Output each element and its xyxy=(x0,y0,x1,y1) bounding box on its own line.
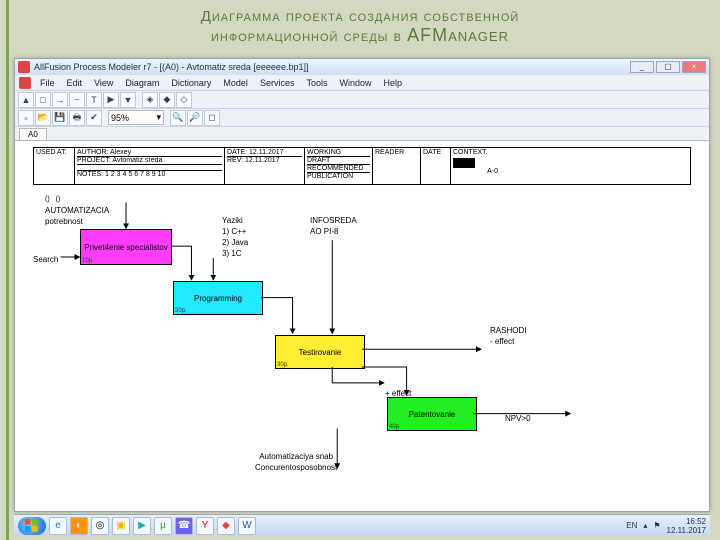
activity-2[interactable]: Programming20р. xyxy=(173,281,263,315)
menu-tools[interactable]: Tools xyxy=(301,77,332,89)
header-notes: NOTES: 1 2 3 4 5 6 7 8 9 10 xyxy=(77,170,222,178)
toolbar-2: ▫ 📂 💾 🖶 ✔ 95%▾ 🔍 🔎 ◻ xyxy=(15,109,709,127)
menu-view[interactable]: View xyxy=(89,77,118,89)
task-ie[interactable]: e xyxy=(49,517,67,535)
close-button[interactable]: × xyxy=(682,61,706,73)
taskbar: e ◐ ◎ ▣ ▶ µ ☎ Y ◆ W EN ▴ ⚑ 16:52 12.11.2… xyxy=(14,514,710,536)
header-a0: A-0 xyxy=(453,168,498,175)
tray-date[interactable]: 12.11.2017 xyxy=(667,526,706,535)
header-date: DATE: 12.11.2017 xyxy=(227,149,302,156)
titlebar: AllFusion Process Modeler r7 - [(A0) - A… xyxy=(15,59,709,75)
menu-dictionary[interactable]: Dictionary xyxy=(166,77,216,89)
header-used-at: USED AT: xyxy=(34,148,74,184)
tray-up-icon[interactable]: ▴ xyxy=(643,521,647,530)
header-reader: READER xyxy=(372,148,420,184)
tool-activity[interactable]: □ xyxy=(35,92,51,108)
header-date-col: DATE xyxy=(420,148,450,184)
idef-header: USED AT: AUTHOR: Alexey PROJECT: Avtomat… xyxy=(33,147,691,185)
tool-text[interactable]: T xyxy=(86,92,102,108)
print-button[interactable]: 🖶 xyxy=(69,110,85,126)
slide-title: Диаграмма проекта создания собственной и… xyxy=(0,0,720,50)
header-context: CONTEXT. xyxy=(453,149,498,156)
app-icon xyxy=(18,61,30,73)
new-button[interactable]: ▫ xyxy=(18,110,34,126)
tabbar: A0 xyxy=(15,127,709,141)
zoom-out-button[interactable]: 🔎 xyxy=(187,110,203,126)
tool-obj3[interactable]: ◇ xyxy=(176,92,192,108)
start-button[interactable] xyxy=(18,517,46,535)
task-word[interactable]: W xyxy=(238,517,256,535)
task-chrome[interactable]: ◎ xyxy=(91,517,109,535)
label-npv: NPV>0 xyxy=(505,414,531,423)
header-recommended: RECOMMENDED xyxy=(307,164,370,172)
slide-accent xyxy=(6,0,9,540)
activity-1[interactable]: Privet4enie specialistov10р. xyxy=(80,229,172,265)
menu-window[interactable]: Window xyxy=(334,77,376,89)
task-media[interactable]: ▶ xyxy=(133,517,151,535)
zoom-combo[interactable]: 95%▾ xyxy=(108,110,164,125)
label-infosreda: INFOSREDA AO PI-8 xyxy=(310,215,357,237)
context-mark xyxy=(453,158,475,168)
tool-decompose[interactable]: ▼ xyxy=(120,92,136,108)
menu-file[interactable]: File xyxy=(35,77,60,89)
header-working: WORKING xyxy=(307,149,370,156)
task-firefox[interactable]: ◐ xyxy=(70,517,88,535)
tool-obj1[interactable]: ◈ xyxy=(142,92,158,108)
tray-lang[interactable]: EN xyxy=(626,521,637,530)
label-yaziki: Yaziki 1) C++ 2) Java 3) 1C xyxy=(222,215,248,259)
menu-diagram[interactable]: Diagram xyxy=(120,77,164,89)
activity-4[interactable]: Patentovanie40р. xyxy=(387,397,477,431)
menubar: File Edit View Diagram Dictionary Model … xyxy=(15,75,709,91)
header-rev: REV: 12.11.2017 xyxy=(227,156,302,164)
menu-services[interactable]: Services xyxy=(255,77,300,89)
task-utorrent[interactable]: µ xyxy=(154,517,172,535)
slide-title-line1: Диаграмма проекта создания собственной xyxy=(20,8,700,25)
tool-tunnel[interactable]: ▶ xyxy=(103,92,119,108)
menu-model[interactable]: Model xyxy=(218,77,253,89)
tunnel-marks-top: () () xyxy=(45,196,60,203)
activity-3[interactable]: Testirovanie30р. xyxy=(275,335,365,369)
label-automatizacia: AUTOMATIZACIA xyxy=(45,206,109,215)
app-window: AllFusion Process Modeler r7 - [(A0) - A… xyxy=(14,58,710,512)
tray-flag-icon[interactable]: ⚑ xyxy=(653,521,660,530)
task-yandex[interactable]: Y xyxy=(196,517,214,535)
fit-button[interactable]: ◻ xyxy=(204,110,220,126)
task-afpm[interactable]: ◆ xyxy=(217,517,235,535)
window-title: AllFusion Process Modeler r7 - [(A0) - A… xyxy=(34,62,630,72)
header-publication: PUBLICATION xyxy=(307,172,370,180)
arrows-layer xyxy=(15,141,709,498)
zoom-in-button[interactable]: 🔍 xyxy=(170,110,186,126)
tool-pointer[interactable]: ▲ xyxy=(18,92,34,108)
menu-help[interactable]: Help xyxy=(378,77,407,89)
check-button[interactable]: ✔ xyxy=(86,110,102,126)
tool-arrow[interactable]: → xyxy=(52,92,68,108)
header-draft: DRAFT xyxy=(307,156,370,164)
app-menu-icon[interactable] xyxy=(19,77,31,89)
diagram-canvas[interactable]: USED AT: AUTHOR: Alexey PROJECT: Avtomat… xyxy=(15,141,709,511)
header-project: PROJECT: Avtomatiz sreda xyxy=(77,156,222,164)
toolbar-1: ▲ □ → ⎯ T ▶ ▼ ◈ ◆ ◇ xyxy=(15,91,709,109)
tab-a0[interactable]: A0 xyxy=(19,128,47,140)
menu-edit[interactable]: Edit xyxy=(62,77,88,89)
label-search: Search xyxy=(33,255,58,264)
label-bottom: Automatizaciya snab Concurentosposobnost xyxy=(255,451,337,473)
label-potrebnost: potrebnost xyxy=(45,217,83,226)
minimize-button[interactable]: _ xyxy=(630,61,654,73)
tool-obj2[interactable]: ◆ xyxy=(159,92,175,108)
task-explorer[interactable]: ▣ xyxy=(112,517,130,535)
header-author: AUTHOR: Alexey xyxy=(77,149,222,156)
system-tray: EN ▴ ⚑ 16:52 12.11.2017 xyxy=(626,517,706,535)
save-button[interactable]: 💾 xyxy=(52,110,68,126)
maximize-button[interactable]: ▢ xyxy=(656,61,680,73)
label-rashodi: RASHODI - effect xyxy=(490,325,526,347)
tool-link[interactable]: ⎯ xyxy=(69,92,85,108)
slide-title-line2: информационной среды в AFManager xyxy=(20,25,700,46)
task-viber[interactable]: ☎ xyxy=(175,517,193,535)
open-button[interactable]: 📂 xyxy=(35,110,51,126)
tray-time[interactable]: 16:52 xyxy=(667,517,706,526)
